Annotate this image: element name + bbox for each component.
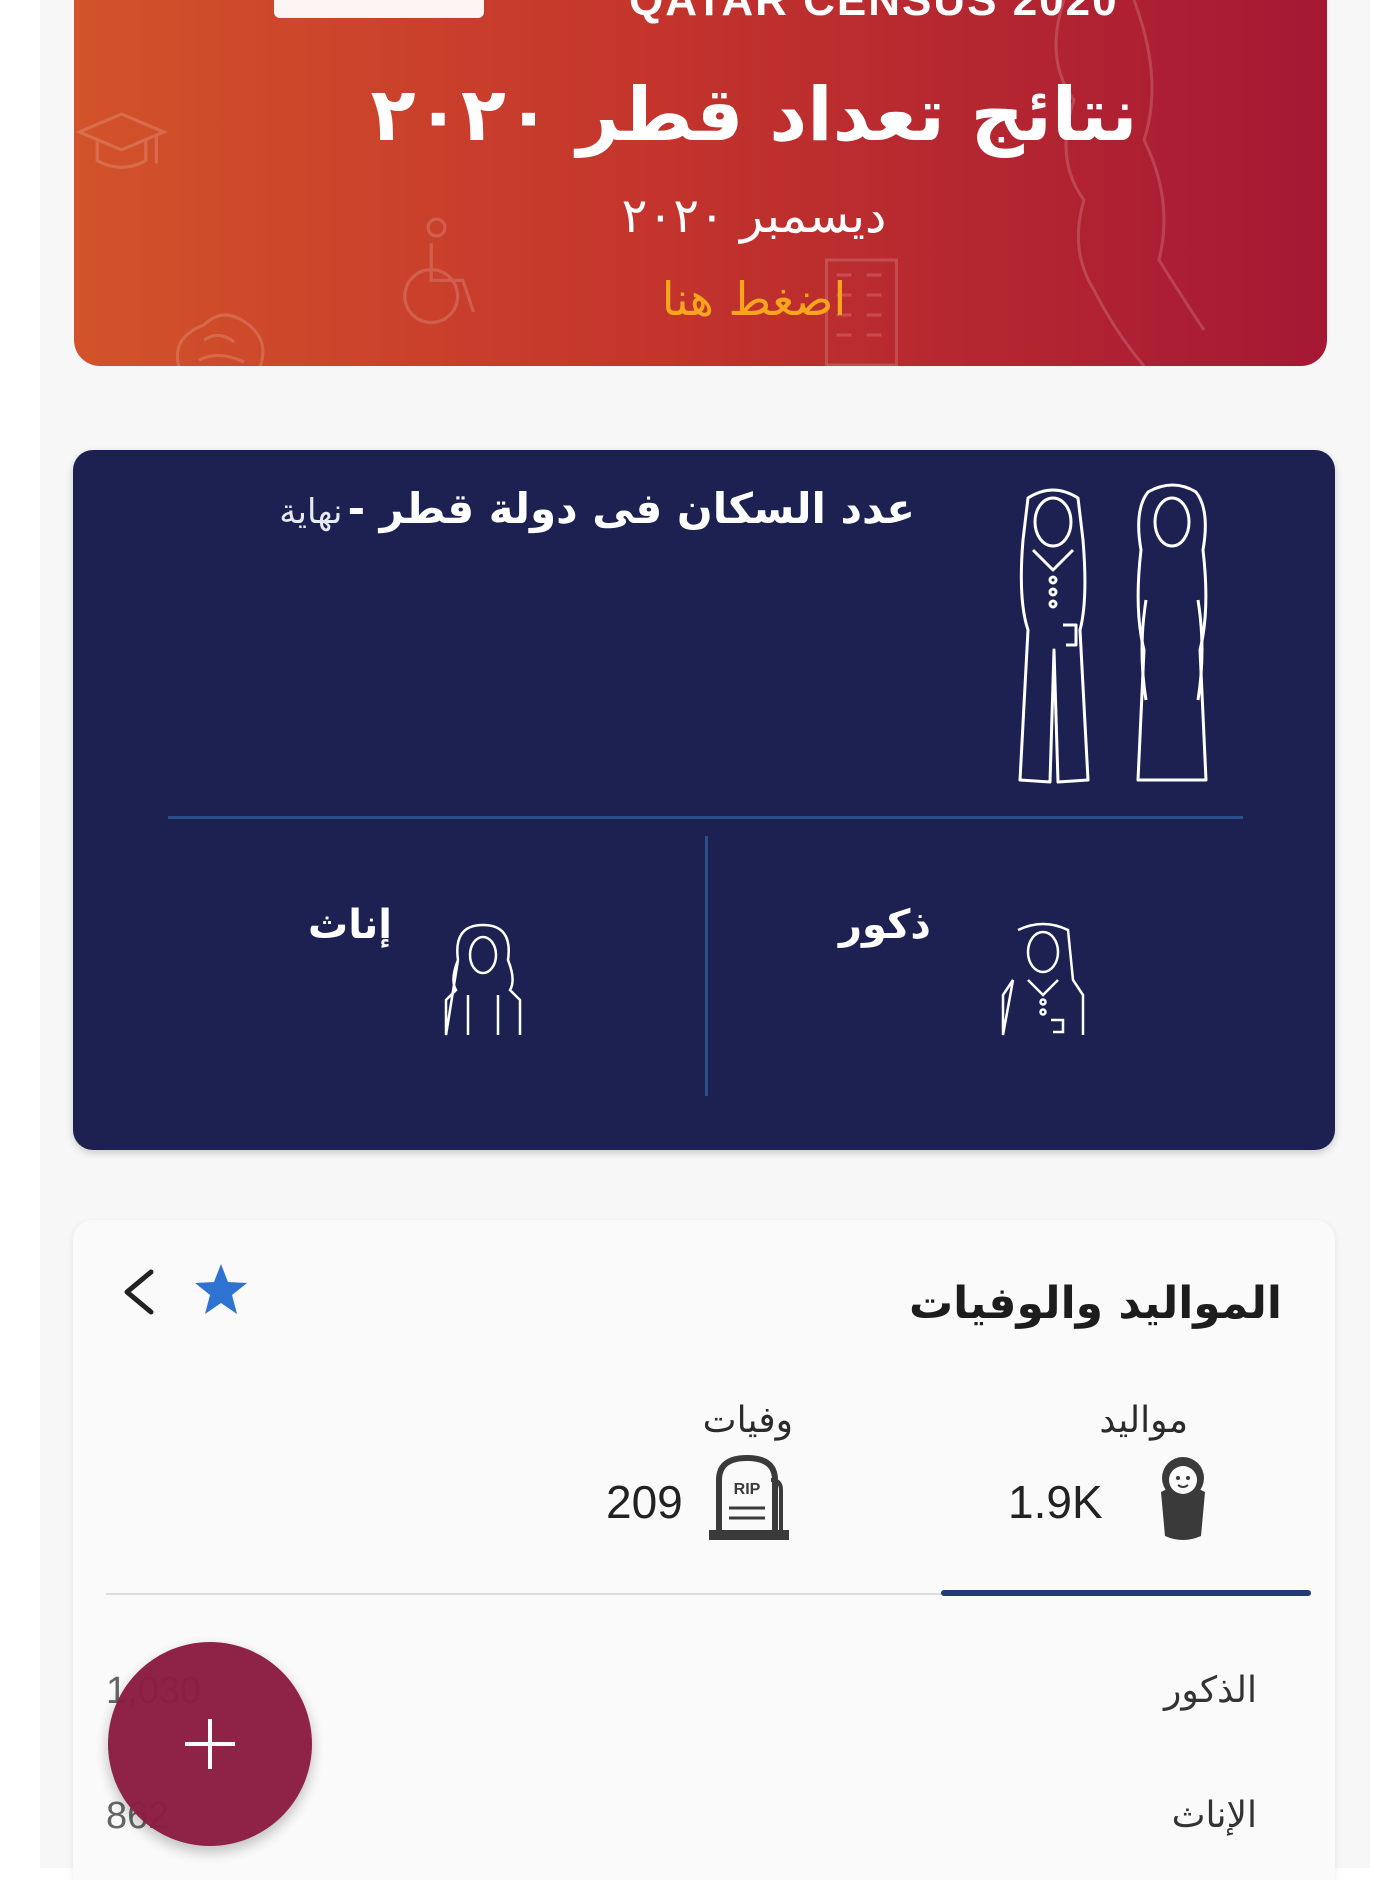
qatari-couple-icon	[1018, 483, 1208, 784]
population-card[interactable]: عدد السكان فى دولة قطر - نهاية ذكور إناث	[73, 450, 1335, 1150]
star-icon[interactable]	[191, 1260, 251, 1320]
banner-cta-link[interactable]: اضغط هنا	[564, 272, 944, 326]
deaths-tab-value: 209	[606, 1476, 683, 1528]
males-row-label: الذكور	[1164, 1670, 1257, 1711]
svg-text:RIP: RIP	[734, 1481, 761, 1498]
tab-deaths[interactable]: وفيات 209 RIP	[593, 1400, 923, 1580]
census-logo-mark	[274, 0, 484, 18]
population-divider-vertical	[705, 836, 708, 1096]
banner-subtitle: ديسمبر ٢٠٢٠	[621, 188, 887, 244]
births-tab-value: 1.9K	[1008, 1476, 1103, 1528]
males-label: ذكور	[839, 902, 931, 948]
wheelchair-icon	[403, 217, 475, 325]
banner-title: نتائج تعداد قطر ٢٠٢٠	[370, 72, 1138, 158]
app-screen: QATAR CENSUS 2020 نتائج تعداد قطر ٢٠٢٠ د…	[40, 0, 1370, 1880]
active-tab-indicator	[941, 1590, 1311, 1596]
add-floating-button[interactable]	[108, 1642, 312, 1846]
baby-icon	[1161, 1457, 1205, 1540]
qatari-man-icon	[1001, 922, 1085, 1036]
females-label: إناث	[308, 902, 392, 948]
qatar-map-icon	[1054, 0, 1206, 366]
females-row-label: الإناث	[1171, 1795, 1257, 1836]
population-title-main: عدد السكان فى دولة قطر -	[347, 484, 915, 533]
population-divider-horizontal	[168, 816, 1243, 819]
rip-tombstone-icon: RIP	[709, 1454, 789, 1540]
deaths-tab-label: وفيات	[702, 1400, 793, 1441]
chevron-left-icon[interactable]	[113, 1262, 163, 1322]
graduation-cap-icon	[75, 112, 168, 169]
qatari-woman-icon	[444, 923, 522, 1036]
births-tab-label: مواليد	[1099, 1400, 1188, 1441]
population-title-suffix: نهاية	[279, 492, 343, 532]
census-banner[interactable]: QATAR CENSUS 2020 نتائج تعداد قطر ٢٠٢٠ د…	[74, 0, 1327, 366]
brain-icon	[175, 313, 265, 366]
births-deaths-title: المواليد والوفيات	[908, 1278, 1282, 1329]
tab-births[interactable]: مواليد 1.9K	[953, 1400, 1313, 1580]
population-title: عدد السكان فى دولة قطر - نهاية	[115, 484, 915, 533]
